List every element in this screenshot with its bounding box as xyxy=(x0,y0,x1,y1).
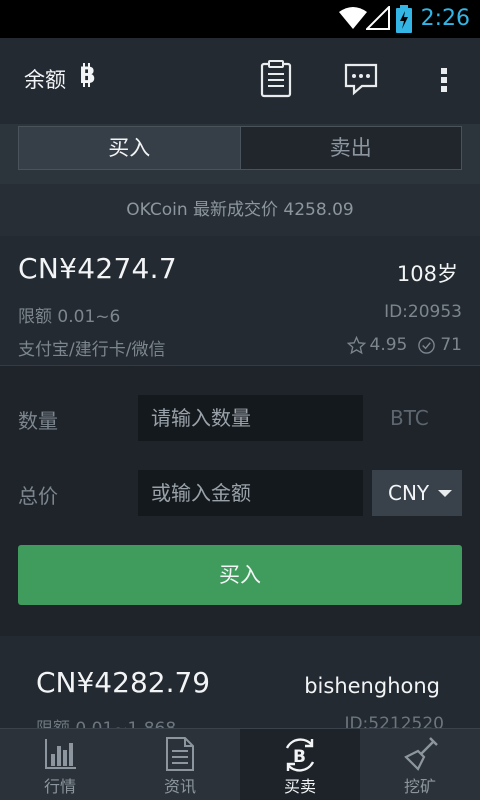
quantity-label: 数量 xyxy=(18,409,58,433)
bitcoin-icon: B xyxy=(79,63,96,88)
offer-price: CN¥4282.79 xyxy=(36,666,211,699)
bottom-nav: 行情 资讯 B 买卖 挖矿 xyxy=(0,728,480,800)
offer-user-age: 108岁 xyxy=(396,262,458,286)
payment-methods: 支付宝/建行卡/微信 xyxy=(18,340,166,360)
svg-text:B: B xyxy=(293,747,306,767)
market-price-banner: OKCoin 最新成交价 4258.09 xyxy=(0,184,480,236)
nav-label: 挖矿 xyxy=(403,777,436,796)
nav-label: 买卖 xyxy=(283,777,316,796)
buy-button[interactable]: 买入 xyxy=(18,545,462,605)
status-time: 2:26 xyxy=(420,6,470,31)
check-circle-icon xyxy=(418,336,436,354)
svg-text:B: B xyxy=(79,64,96,88)
quantity-input[interactable] xyxy=(138,395,363,441)
rating-value: 4.95 xyxy=(369,335,408,355)
offer-limit: 限额 0.01~1.868 xyxy=(36,714,176,728)
nav-item-market[interactable]: 行情 xyxy=(0,729,120,800)
overflow-menu-icon[interactable] xyxy=(436,66,452,94)
offer-username: bishenghong xyxy=(304,674,440,698)
buy-form: 数量 BTC 总价 CNY 买入 xyxy=(0,366,480,636)
offer-card-2[interactable]: CN¥4282.79 bishenghong 限额 0.01~1.868 ID:… xyxy=(0,636,480,728)
nav-label: 行情 xyxy=(43,777,76,796)
currency-select[interactable]: CNY xyxy=(372,470,462,516)
star-icon xyxy=(346,335,366,354)
wifi-icon xyxy=(339,7,367,29)
trade-count: 71 xyxy=(440,335,462,355)
app-bar: 余额 B xyxy=(0,38,480,124)
nav-item-news[interactable]: 资讯 xyxy=(120,729,240,800)
tab-buy[interactable]: 买入 xyxy=(19,127,241,169)
quantity-unit: BTC xyxy=(390,406,429,430)
chevron-down-icon xyxy=(438,490,452,497)
battery-icon xyxy=(396,5,412,33)
total-input[interactable] xyxy=(138,470,363,516)
page-title: 余额 xyxy=(24,68,66,92)
tab-sell[interactable]: 卖出 xyxy=(240,127,461,169)
offer-price: CN¥4274.7 xyxy=(18,252,177,285)
status-bar: 2:26 xyxy=(0,0,480,38)
message-icon[interactable] xyxy=(344,62,378,96)
nav-label: 资讯 xyxy=(163,777,196,796)
offer-rating: 4.95 71 xyxy=(346,335,462,355)
order-list-icon[interactable] xyxy=(260,60,292,98)
document-icon xyxy=(166,737,194,771)
offer-id: ID:5212520 xyxy=(344,714,444,728)
offer-limit: 限额 0.01~6 xyxy=(18,307,121,327)
cell-signal-icon xyxy=(366,6,390,30)
bitcoin-exchange-icon: B xyxy=(285,738,315,772)
trade-type-tabs: 买入 卖出 xyxy=(0,124,480,184)
segmented-control: 买入 卖出 xyxy=(18,126,462,170)
offer-id: ID:20953 xyxy=(384,302,462,322)
offer-card[interactable]: CN¥4274.7 108岁 限额 0.01~6 ID:20953 支付宝/建行… xyxy=(0,236,480,366)
currency-value: CNY xyxy=(388,481,430,505)
total-label: 总价 xyxy=(18,484,58,508)
shovel-icon xyxy=(404,737,438,771)
nav-item-mining[interactable]: 挖矿 xyxy=(360,729,480,800)
chart-bars-icon xyxy=(45,739,76,769)
nav-item-trade[interactable]: B 买卖 xyxy=(240,729,360,800)
